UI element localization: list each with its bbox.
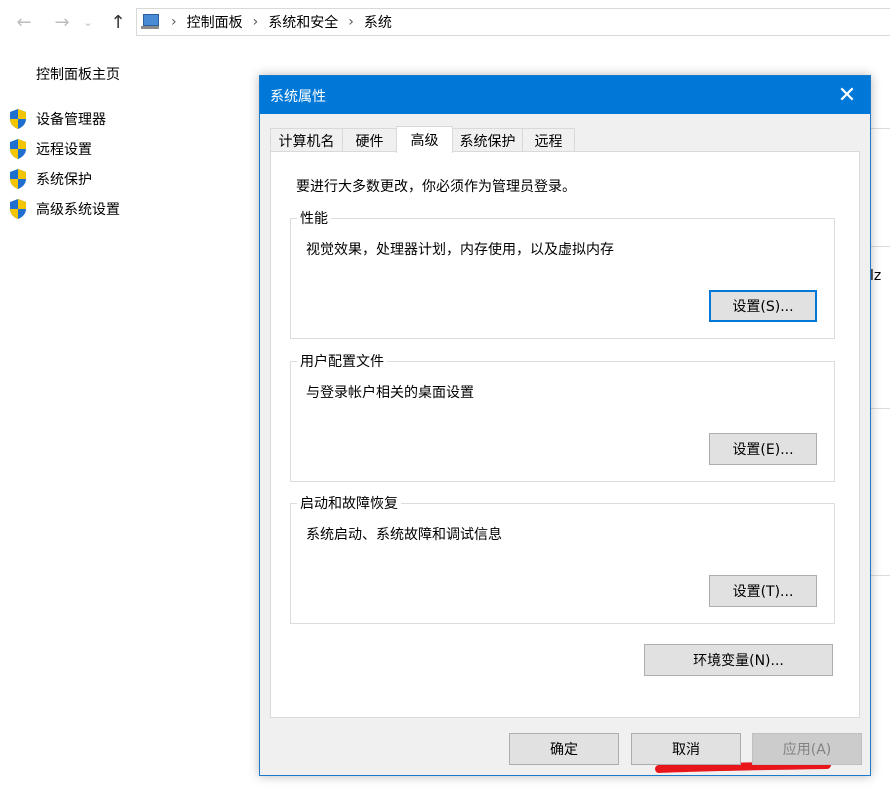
group-performance: 性能 视觉效果，处理器计划，内存使用，以及虚拟内存 设置(S)... [290,208,835,339]
admin-notice: 要进行大多数更改，你必须作为管理员登录。 [296,179,576,195]
control-panel-home-link[interactable]: 控制面板主页 [36,64,120,84]
apply-button[interactable]: 应用(A) [752,733,862,765]
task-advanced-system-settings[interactable]: 高级系统设置 [8,198,120,220]
divider [870,246,890,247]
recent-locations-chevron-icon[interactable]: ⌄ [80,10,96,34]
task-system-protection[interactable]: 系统保护 [8,168,92,190]
group-user-profiles: 用户配置文件 与登录帐户相关的桌面设置 设置(E)... [290,351,835,482]
group-legend: 启动和故障恢复 [297,493,401,513]
group-description: 视觉效果，处理器计划，内存使用，以及虚拟内存 [306,242,614,258]
divider [870,408,890,409]
task-label: 远程设置 [36,142,92,158]
chevron-right-icon[interactable]: › [348,14,354,30]
breadcrumb-item-system[interactable]: 系统 [364,12,392,32]
breadcrumb-item-control-panel[interactable]: 控制面板 [187,12,243,32]
cancel-button[interactable]: 取消 [631,733,741,765]
task-label: 设备管理器 [36,112,106,128]
dialog-title-bar[interactable]: 系统属性 ✕ [260,76,870,114]
tab-advanced[interactable]: 高级 [396,126,453,153]
task-label: 系统保护 [36,172,92,188]
task-label: 高级系统设置 [36,202,120,218]
task-remote-settings[interactable]: 远程设置 [8,138,92,160]
environment-variables-button[interactable]: 环境变量(N)... [644,644,833,676]
system-properties-dialog: 系统属性 ✕ 计算机名 硬件 高级 系统保护 远程 要进行大多数更改，你必须作为… [259,75,871,776]
startup-recovery-settings-button[interactable]: 设置(T)... [709,575,817,607]
uac-shield-icon [10,139,26,159]
group-legend: 性能 [297,208,331,228]
chevron-right-icon[interactable]: › [171,14,177,30]
divider [870,128,890,129]
user-profiles-settings-button[interactable]: 设置(E)... [709,433,817,465]
group-legend: 用户配置文件 [297,351,387,371]
chevron-right-icon[interactable]: › [253,14,259,30]
background-text-fragment: lz [870,268,882,284]
dialog-title: 系统属性 [270,89,326,105]
back-arrow-icon[interactable]: ← [12,10,36,34]
breadcrumb[interactable]: › 控制面板 › 系统和安全 › 系统 [136,8,890,36]
close-icon[interactable]: ✕ [824,76,870,114]
group-description: 系统启动、系统故障和调试信息 [306,527,502,543]
task-device-manager[interactable]: 设备管理器 [8,108,106,130]
tab-remote[interactable]: 远程 [522,128,575,152]
forward-arrow-icon[interactable]: → [50,10,74,34]
divider [870,575,890,576]
breadcrumb-item-system-security[interactable]: 系统和安全 [268,12,338,32]
performance-settings-button[interactable]: 设置(S)... [709,290,817,322]
computer-icon [141,14,161,30]
up-arrow-icon[interactable]: ↑ [106,10,130,34]
tab-system-protection[interactable]: 系统保护 [452,128,523,152]
address-bar: ← → ⌄ ↑ › 控制面板 › 系统和安全 › 系统 [0,0,890,46]
uac-shield-icon [10,199,26,219]
tab-hardware[interactable]: 硬件 [342,128,397,152]
group-description: 与登录帐户相关的桌面设置 [306,385,474,401]
tab-computer-name[interactable]: 计算机名 [270,128,343,152]
uac-shield-icon [10,109,26,129]
group-startup-recovery: 启动和故障恢复 系统启动、系统故障和调试信息 设置(T)... [290,493,835,624]
uac-shield-icon [10,169,26,189]
ok-button[interactable]: 确定 [509,733,619,765]
tab-panel-advanced: 要进行大多数更改，你必须作为管理员登录。 性能 视觉效果，处理器计划，内存使用，… [270,151,860,773]
